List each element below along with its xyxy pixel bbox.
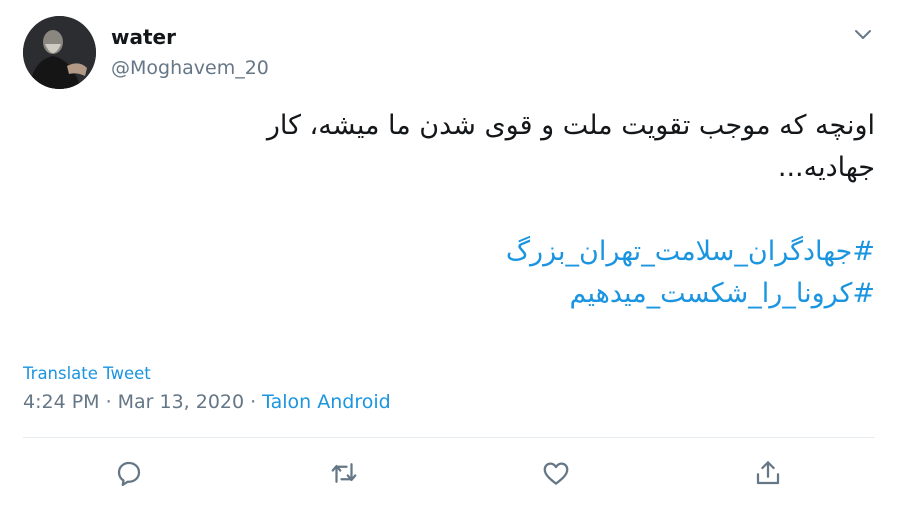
tweet-date[interactable]: Mar 13, 2020 [118, 391, 245, 413]
share-button[interactable] [750, 455, 786, 491]
tweet-text-line: اونچه که موجب تقویت ملت و قوی شدن ما میش… [266, 110, 875, 141]
divider [23, 437, 875, 438]
tweet-text-line: جهادیه... [777, 152, 875, 183]
retweet-icon [331, 463, 357, 483]
like-icon [543, 462, 569, 485]
meta-separator: · [250, 391, 257, 413]
hashtag-link[interactable]: #کرونا_را_شکست_میدهیم [105, 273, 875, 315]
retweet-button[interactable] [326, 455, 362, 491]
like-button[interactable] [538, 455, 574, 491]
reply-icon [117, 461, 141, 486]
action-bar [0, 455, 897, 495]
tweet-text: اونچه که موجب تقویت ملت و قوی شدن ما میش… [105, 105, 875, 315]
display-name[interactable]: water [111, 25, 176, 49]
reply-button[interactable] [111, 455, 147, 491]
tweet-card: water @Moghavem_20 اونچه که موجب تقویت م… [0, 0, 897, 511]
source-app-link[interactable]: Talon Android [262, 391, 391, 413]
avatar[interactable] [23, 16, 96, 89]
meta-separator: · [105, 391, 112, 413]
tweet-time[interactable]: 4:24 PM [23, 391, 100, 413]
chevron-down-icon[interactable] [851, 22, 875, 46]
hashtag-link[interactable]: #جهادگران_سلامت_تهران_بزرگ [105, 231, 875, 273]
share-icon [756, 461, 780, 485]
user-handle[interactable]: @Moghavem_20 [111, 56, 269, 80]
translate-tweet-link[interactable]: Translate Tweet [23, 364, 151, 384]
avatar-photo-icon [23, 16, 96, 89]
tweet-meta: 4:24 PM · Mar 13, 2020 · Talon Android [23, 389, 391, 415]
